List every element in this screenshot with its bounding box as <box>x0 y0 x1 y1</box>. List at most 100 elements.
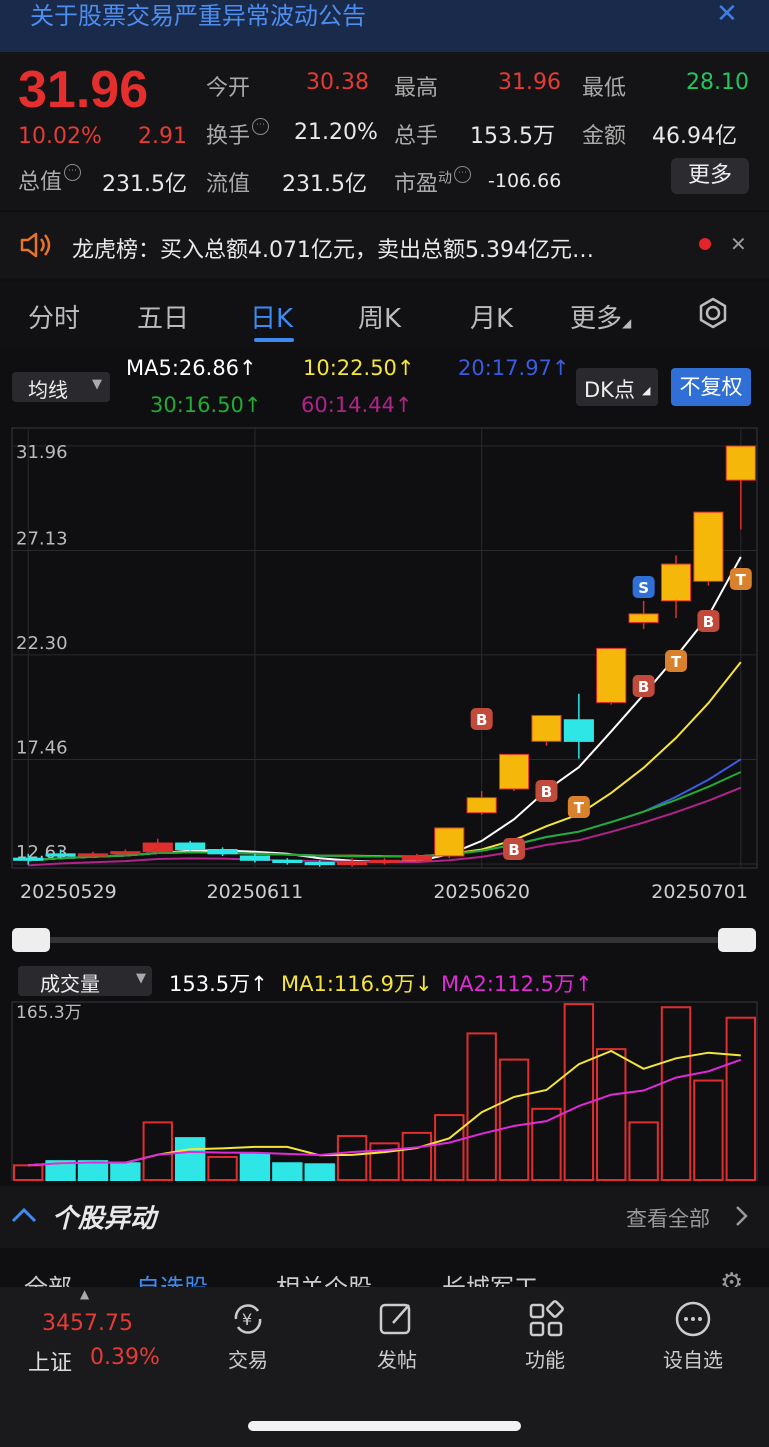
dk-point-button[interactable]: DK点 ◢ <box>576 368 658 406</box>
candle <box>207 849 238 855</box>
candlestick-chart[interactable]: 31.9627.1322.3017.4612.6320250529 2025061… <box>0 420 769 960</box>
more-button[interactable]: 更多 <box>671 158 749 194</box>
tab-weekly-k[interactable]: 周K <box>358 298 401 335</box>
volume-bar <box>401 1131 433 1181</box>
more-icon <box>675 1301 711 1337</box>
volume-bar <box>174 1137 206 1181</box>
volume-chart[interactable]: 165.3万 <box>0 998 769 1184</box>
volume-bar <box>272 1162 303 1181</box>
high-label: 最高 <box>394 76 439 101</box>
view-all-link[interactable]: 查看全部 <box>626 1203 710 1233</box>
y-tick-label: 17.46 <box>16 738 68 759</box>
announcement-title[interactable]: 关于股票交易严重异常波动公告 <box>30 0 366 32</box>
index-percent[interactable]: 0.39% <box>90 1345 160 1370</box>
ma5-value: MA5:26.86↑ <box>126 356 257 380</box>
volume-bar <box>142 1121 173 1181</box>
candle <box>660 563 692 602</box>
open-label: 今开 <box>206 76 251 101</box>
chevron-up-icon[interactable] <box>10 1204 38 1226</box>
candle <box>142 842 173 853</box>
notice-text[interactable]: 龙虎榜：买入总额4.071亿元，卖出总额5.394亿元… <box>72 232 594 264</box>
gear-icon[interactable]: ⚙ <box>720 1268 743 1287</box>
close-icon[interactable]: ✕ <box>730 232 747 256</box>
yen-cycle-icon: ¥ <box>234 1304 262 1334</box>
abnormal-section-header[interactable]: 个股异动 查看全部 <box>0 1186 769 1248</box>
signal-marker-label: B <box>541 783 552 801</box>
close-icon[interactable]: ✕ <box>716 0 738 28</box>
pe-label[interactable]: 市盈动 ⋯ <box>394 166 472 198</box>
float-label: 流值 <box>206 172 251 197</box>
candle <box>401 855 432 861</box>
nav-functions[interactable]: 功能 <box>505 1299 585 1373</box>
tab-daily-k[interactable]: 日K <box>250 298 293 335</box>
index-value[interactable]: 3457.75 <box>42 1311 133 1336</box>
range-handle-right <box>718 928 756 952</box>
signal-marker-label: B <box>703 613 714 631</box>
adjust-toggle[interactable]: 不复权 <box>671 368 751 406</box>
nav-post[interactable]: 发帖 <box>357 1299 437 1373</box>
candle <box>337 861 368 866</box>
volume-bar <box>239 1152 271 1182</box>
candle <box>563 719 594 742</box>
signal-marker-label: B <box>476 711 487 729</box>
signal-marker-label: T <box>736 571 747 589</box>
candle <box>175 842 206 851</box>
info-icon[interactable]: ⋯ <box>252 118 270 135</box>
gear-icon[interactable] <box>696 296 730 330</box>
mktcap-label[interactable]: 总值 ⋯ <box>18 164 82 196</box>
y-tick-label: 31.96 <box>16 442 68 463</box>
quote-panel: 31.96 10.02% 2.91 总值 ⋯ 231.5亿 今开 30.38 最高… <box>0 52 769 210</box>
tab-five-day[interactable]: 五日 <box>137 298 189 335</box>
candle <box>304 861 335 866</box>
index-name[interactable]: 上证 <box>28 1345 72 1377</box>
y-tick-label: 22.30 <box>16 633 68 654</box>
indicator-select[interactable]: 均线 ▼ <box>12 372 110 402</box>
chevron-right-icon[interactable] <box>734 1204 750 1228</box>
change-amount: 2.91 <box>138 124 187 149</box>
ma-line-ma5 <box>28 556 742 864</box>
volume-frame <box>11 1001 758 1181</box>
volume-bar <box>628 1121 659 1181</box>
mktcap-value: 231.5亿 <box>102 172 187 197</box>
signal-marker-label: S <box>638 579 649 597</box>
volume-current: 153.5万↑ <box>169 972 268 996</box>
signal-marker-label: B <box>508 841 519 859</box>
volume-bar <box>498 1058 530 1181</box>
volume-indicator-select[interactable]: 成交量 ▼ <box>18 966 152 996</box>
home-indicator <box>248 1421 521 1431</box>
grid-icon <box>529 1300 564 1337</box>
tab-monthly-k[interactable]: 月K <box>470 298 513 335</box>
announcement-banner[interactable]: 关于股票交易严重异常波动公告 ✕ <box>0 0 769 52</box>
tab-more[interactable]: 更多◢ <box>570 298 631 335</box>
low-label: 最低 <box>582 76 627 101</box>
nav-set-watchlist[interactable]: 设自选 <box>653 1299 733 1373</box>
dropdown-icon: ▼ <box>136 971 146 986</box>
volume-bar <box>660 1006 692 1182</box>
ma20-value: 20:17.97↑ <box>458 356 570 380</box>
tab-related[interactable]: 相关个股 <box>276 1268 372 1287</box>
nav-trade[interactable]: ¥ 交易 <box>208 1299 288 1373</box>
candle <box>13 857 44 861</box>
ma30-value: 30:16.50↑ <box>150 393 262 417</box>
tab-intraday[interactable]: 分时 <box>28 298 80 335</box>
candle <box>434 827 465 857</box>
tab-watchlist[interactable]: 自选股 <box>136 1268 208 1287</box>
y-tick-label: 27.13 <box>16 528 68 549</box>
volume-ma2-line <box>28 1058 742 1167</box>
tab-concept[interactable]: 长城军工 <box>442 1268 538 1287</box>
volume-bar <box>207 1155 238 1181</box>
x-tick-label: 20250701 <box>651 881 748 903</box>
info-icon[interactable]: ⋯ <box>454 166 472 183</box>
candle <box>466 797 497 814</box>
candle <box>369 859 400 863</box>
bottom-navigation: ▲ 3457.75 上证 0.39% ¥ 交易 发帖 功能 设自选 <box>0 1287 769 1447</box>
volume-bar <box>531 1107 562 1181</box>
candle <box>628 613 659 623</box>
dragon-tiger-notice[interactable]: 龙虎榜：买入总额4.071亿元，卖出总额5.394亿元… ✕ <box>0 212 769 278</box>
turnover-label[interactable]: 换手 ⋯ <box>206 118 270 150</box>
tab-all[interactable]: 全部 <box>24 1268 72 1287</box>
float-value: 231.5亿 <box>282 172 367 197</box>
amount-label: 金额 <box>582 124 627 149</box>
info-icon[interactable]: ⋯ <box>64 164 82 181</box>
candle <box>531 714 562 742</box>
